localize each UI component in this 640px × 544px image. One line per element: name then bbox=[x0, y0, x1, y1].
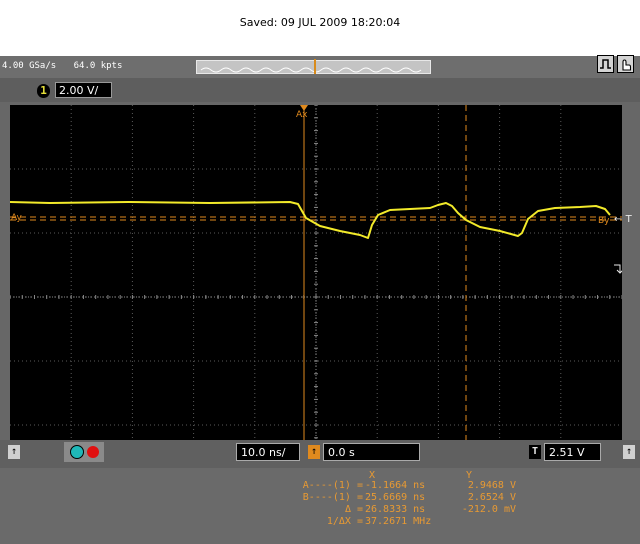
readout-row-x: 26.8333 ns bbox=[365, 504, 426, 515]
cursor-readout: X Y A----(1) = -1.1664 ns 2.9468 V B----(1)… bbox=[0, 468, 640, 544]
trigger-arrow-icon bbox=[614, 264, 622, 274]
bottom-controls: ↑ 10.0 ns/ ↑ 0.0 s T 2.51 V ↑ bbox=[0, 440, 640, 468]
right-arrow-icon[interactable]: ↑ bbox=[623, 445, 635, 459]
delay-arrow-icon[interactable]: ↑ bbox=[308, 445, 320, 459]
cursor-ay-label: Ay bbox=[11, 213, 23, 223]
trigger-level[interactable]: 2.51 V bbox=[544, 443, 601, 461]
left-arrow-icon[interactable]: ↑ bbox=[8, 445, 20, 459]
status-bar: 4.00 GSa/s 64.0 kpts bbox=[0, 55, 640, 78]
readout-row-x: 25.6669 ns bbox=[365, 492, 426, 503]
acquisition-info: 4.00 GSa/s 64.0 kpts bbox=[2, 61, 134, 71]
readout-row-x: -1.1664 ns bbox=[365, 480, 426, 491]
stop-indicator-icon[interactable] bbox=[70, 445, 84, 459]
cursor-by-label: By bbox=[598, 216, 610, 226]
readout-row-y: -212.0 mV bbox=[461, 504, 516, 515]
trigger-icon[interactable]: T bbox=[529, 445, 541, 459]
channel-1-badge[interactable]: 1 bbox=[37, 84, 50, 98]
delay-value[interactable]: 0.0 s bbox=[323, 443, 420, 461]
record-indicator-icon[interactable] bbox=[87, 446, 99, 458]
memory-position-marker[interactable] bbox=[314, 59, 316, 74]
cursor-ax-label: Ax bbox=[296, 110, 308, 120]
trigger-level-marker: ← T bbox=[614, 214, 632, 225]
memory-depth: 64.0 kpts bbox=[73, 61, 123, 71]
waveform-display[interactable]: AxBxAyBy bbox=[10, 105, 622, 489]
channel-row: 1 2.00 V/ bbox=[0, 78, 640, 102]
memory-bar[interactable] bbox=[196, 59, 431, 74]
oscilloscope-window: 4.00 GSa/s 64.0 kpts 1 2.00 V/ AxBxAyBy … bbox=[0, 55, 640, 544]
readout-row-label: B----(1) = bbox=[302, 492, 363, 503]
time-scale[interactable]: 10.0 ns/ bbox=[236, 443, 300, 461]
readout-row-y: 2.9468 V bbox=[467, 480, 516, 491]
readout-row-x: 37.2671 MHz bbox=[365, 516, 432, 527]
pointer-hand-icon[interactable] bbox=[617, 55, 634, 73]
readout-row-label: Δ = bbox=[344, 504, 363, 515]
channel-1-scale[interactable]: 2.00 V/ bbox=[55, 82, 112, 98]
readout-row-label: A----(1) = bbox=[302, 480, 363, 491]
saved-timestamp: Saved: 09 JUL 2009 18:20:04 bbox=[239, 16, 401, 29]
graticule: AxBxAyBy bbox=[10, 105, 622, 489]
sample-rate: 4.00 GSa/s bbox=[2, 61, 57, 71]
waveform-icon[interactable] bbox=[597, 55, 614, 73]
readout-row-label: 1/ΔX = bbox=[326, 516, 363, 527]
readout-row-y: 2.6524 V bbox=[467, 492, 516, 503]
